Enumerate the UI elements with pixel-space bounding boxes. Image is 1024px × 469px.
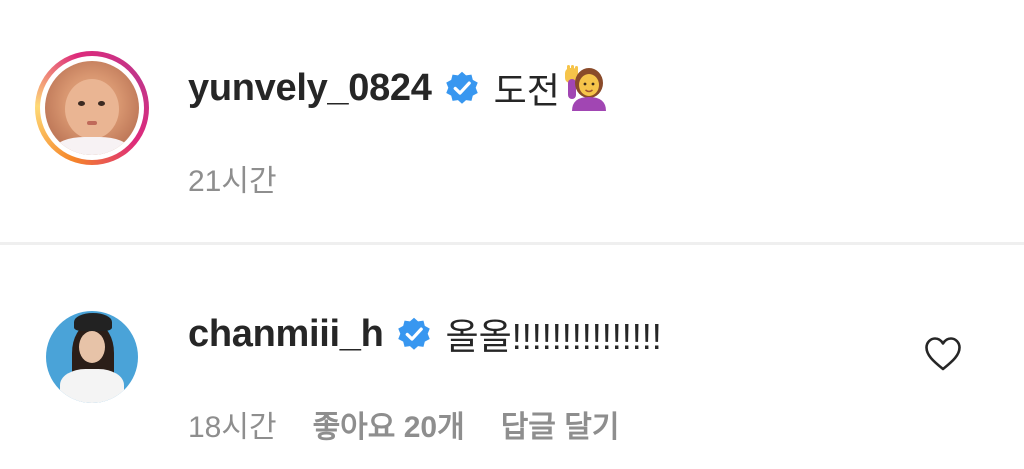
verified-badge-icon (445, 71, 478, 104)
story-ring-avatar[interactable] (35, 51, 149, 165)
woman-raising-hand-emoji (564, 65, 606, 111)
comment-username[interactable]: chanmiii_h (188, 313, 384, 356)
comment-item: chanmiii_h 올올!!!!!!!!!!!!!!! 18시간 좋아요 20… (0, 245, 1024, 469)
avatar-ring-gap (40, 56, 144, 160)
comment-item: yunvely_0824 도전 21시간 (0, 0, 1024, 242)
comment-username[interactable]: yunvely_0824 (188, 67, 432, 110)
avatar (45, 61, 139, 155)
comment-time: 21시간 (188, 165, 277, 198)
avatar[interactable] (46, 311, 138, 403)
heart-outline-icon[interactable] (924, 336, 962, 372)
comment-meta: 21시간 (188, 156, 277, 200)
avatar-eye (98, 101, 105, 106)
reply-button[interactable]: 답글 달기 (501, 402, 620, 446)
avatar-collar (55, 137, 129, 155)
avatar-face (79, 331, 105, 363)
comment-text: 올올!!!!!!!!!!!!!!! (445, 316, 662, 357)
avatar-mouth (87, 121, 97, 125)
avatar-eye (78, 101, 85, 106)
avatar-shirt (60, 369, 124, 403)
avatar-face (65, 79, 119, 139)
comment-text: 도전 (493, 70, 560, 111)
comment-line: yunvely_0824 도전 (188, 63, 606, 113)
comment-meta: 18시간 좋아요 20개 답글 달기 (188, 402, 619, 446)
comment-line: chanmiii_h 올올!!!!!!!!!!!!!!! (188, 309, 662, 359)
comment-time: 18시간 (188, 411, 277, 444)
comment-likes-count[interactable]: 좋아요 20개 (313, 402, 465, 446)
verified-badge-icon (397, 317, 430, 350)
avatar-hat (74, 313, 112, 331)
